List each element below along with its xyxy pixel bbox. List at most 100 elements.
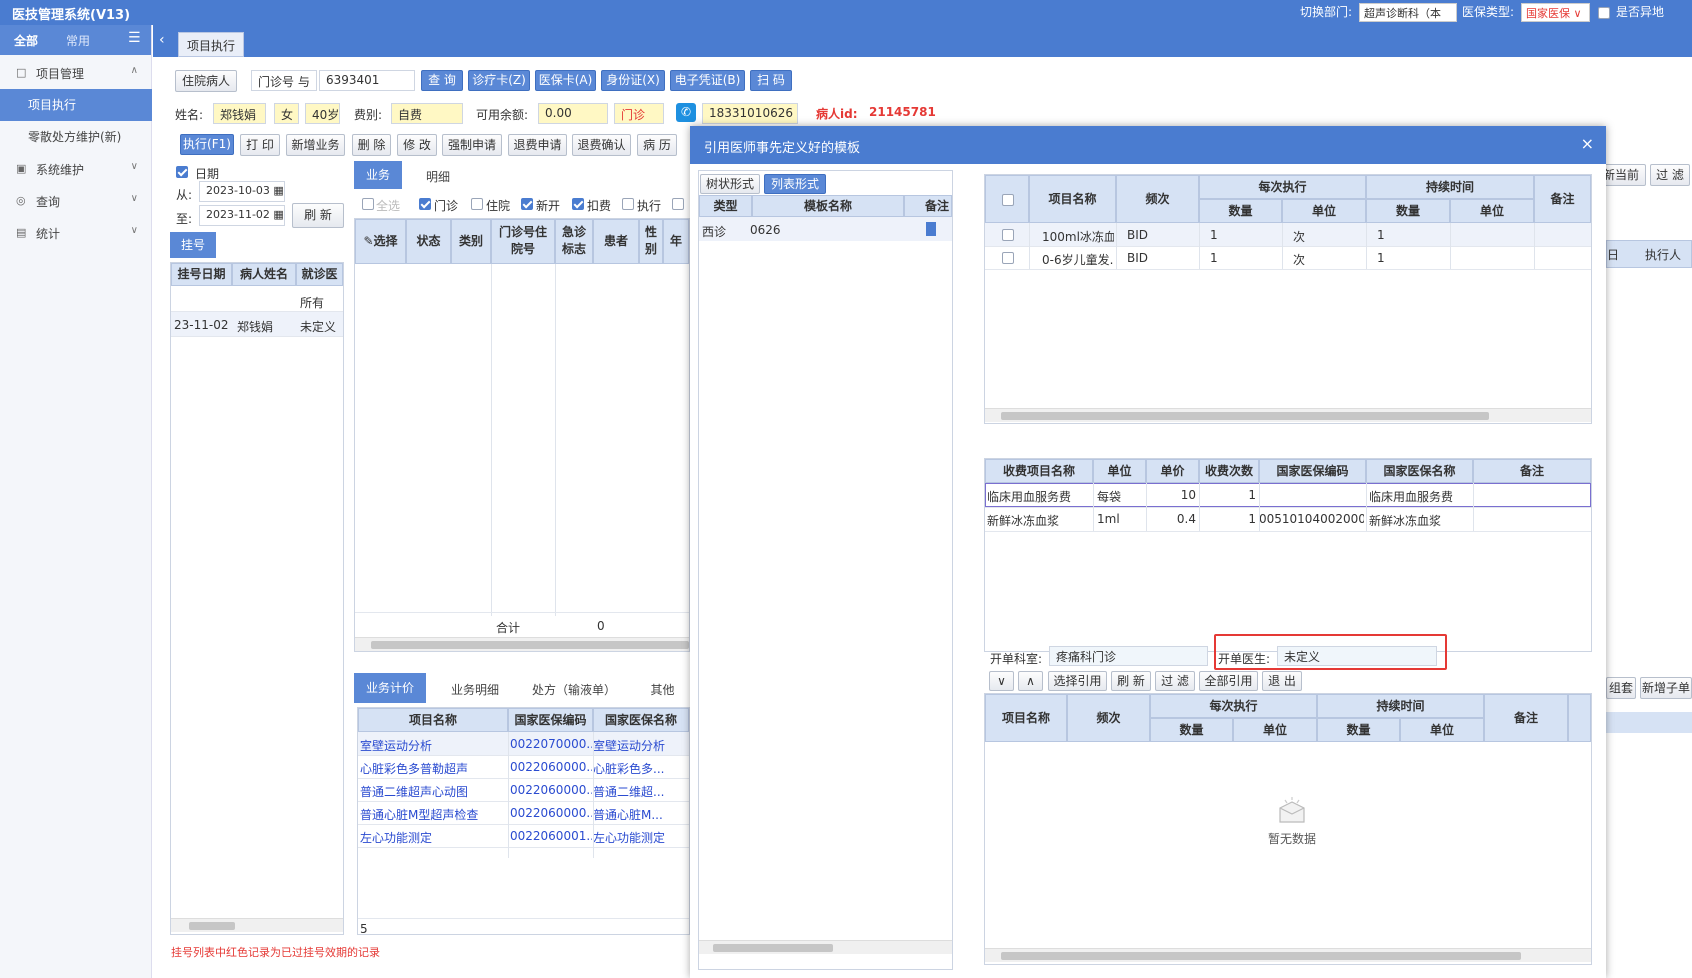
- nav-group-query[interactable]: ◎ 查询 ∨: [0, 185, 152, 217]
- inpatient-checkbox[interactable]: [471, 198, 483, 210]
- print-button[interactable]: 打 印: [240, 134, 280, 156]
- select-apply-button[interactable]: 选择引用: [1048, 671, 1107, 691]
- charge-cell[interactable]: 0022060000...: [510, 783, 592, 797]
- charge-cell[interactable]: 0022060001...: [510, 829, 592, 843]
- item-checkbox[interactable]: [1002, 252, 1014, 264]
- scan-button[interactable]: 扫 码: [750, 70, 792, 91]
- tab-detail[interactable]: 明细: [418, 168, 458, 185]
- charge-cell[interactable]: 室壁运动分析: [360, 737, 504, 754]
- tab-charge[interactable]: 业务计价: [354, 673, 426, 703]
- reg-filter-all[interactable]: 所有: [300, 294, 324, 311]
- tab-other[interactable]: 其他: [645, 681, 680, 698]
- item-checkbox[interactable]: [1002, 229, 1014, 241]
- execute-label: 执行: [637, 199, 662, 213]
- refresh-button[interactable]: 刷 新: [292, 203, 344, 228]
- charge-cell[interactable]: 普通心脏M型超声检查: [360, 806, 504, 823]
- charge-cell[interactable]: 室壁运动分析: [593, 737, 675, 754]
- col-divider: [1450, 223, 1451, 269]
- modal-filter-button[interactable]: 过 滤: [1155, 671, 1195, 691]
- refund-apply-button[interactable]: 退费申请: [508, 134, 567, 156]
- tab-charge-detail[interactable]: 业务明细: [440, 681, 510, 698]
- col-divider: [1366, 223, 1367, 269]
- refund-confirm-button[interactable]: 退费确认: [572, 134, 631, 156]
- charge-cell[interactable]: 0022070000...: [510, 737, 592, 751]
- charge-cell[interactable]: 心脏彩色多...: [593, 760, 675, 777]
- execute-checkbox[interactable]: [622, 198, 634, 210]
- chevron-left-icon[interactable]: ‹: [159, 32, 165, 48]
- query-button[interactable]: 查 询: [421, 70, 463, 91]
- biz-col-select[interactable]: ✎选择: [355, 219, 406, 264]
- charge-cell[interactable]: 普通二维超...: [593, 783, 675, 800]
- tab-project-execute[interactable]: 项目执行: [178, 32, 245, 57]
- modal-refresh-button[interactable]: 刷 新: [1111, 671, 1151, 691]
- nav-tab-common[interactable]: 常用: [66, 32, 90, 49]
- charge-cell[interactable]: 普通心脏M...: [593, 806, 675, 823]
- reg-scrollbar[interactable]: [171, 918, 343, 932]
- exit-button[interactable]: 退 出: [1262, 671, 1302, 691]
- menu-icon[interactable]: ☰: [128, 30, 141, 46]
- items-col-check[interactable]: [985, 175, 1029, 223]
- new-checkbox[interactable]: [521, 198, 533, 210]
- nav-group-system[interactable]: ▣ 系统维护 ∨: [0, 153, 152, 185]
- charge-cell[interactable]: 心脏彩色多普勒超声: [360, 760, 504, 777]
- charge-cell[interactable]: 0022060000...: [510, 806, 592, 820]
- nav-group-stats[interactable]: ▤ 统计 ∨: [0, 217, 152, 249]
- force-apply-button[interactable]: 强制申请: [442, 134, 502, 156]
- outpatient-checkbox[interactable]: [419, 198, 431, 210]
- nav-tab-all[interactable]: 全部: [14, 32, 38, 49]
- add-business-button[interactable]: 新增业务: [286, 134, 345, 156]
- dept-select[interactable]: 超声诊断科（本: [1359, 3, 1457, 22]
- sel-col-name: 项目名称: [985, 694, 1067, 742]
- charge-col-name: 项目名称: [358, 708, 508, 732]
- e-voucher-button[interactable]: 电子凭证(B): [670, 70, 745, 91]
- medical-record-button[interactable]: 病 历: [637, 134, 677, 156]
- add-sub-order-button[interactable]: 新增子单: [1640, 677, 1692, 699]
- execute-button[interactable]: 执行(F1): [180, 134, 234, 155]
- tab-prescription[interactable]: 处方（输液单）: [524, 681, 624, 698]
- nav-item-prescription[interactable]: 零散处方维护(新): [0, 121, 152, 153]
- visit-number-input[interactable]: 6393401: [319, 70, 415, 91]
- move-down-button[interactable]: ∨: [989, 671, 1014, 691]
- delete-button[interactable]: 删 除: [352, 134, 391, 156]
- remote-checkbox[interactable]: [1598, 7, 1610, 19]
- selected-scrollbar[interactable]: [985, 948, 1591, 962]
- view-tree-button[interactable]: 树状形式: [700, 174, 760, 194]
- table-row[interactable]: [699, 217, 952, 241]
- charge-cell[interactable]: 普通二维超声心动图: [360, 783, 504, 800]
- dept-input[interactable]: 疼痛科门诊: [1049, 646, 1208, 666]
- insurance-card-button[interactable]: 医保卡(A): [535, 70, 596, 91]
- tab-registration[interactable]: 挂号: [170, 232, 216, 258]
- id-card-button[interactable]: 身份证(X): [601, 70, 665, 91]
- date-checkbox[interactable]: [176, 166, 188, 178]
- edit-button[interactable]: 修 改: [397, 134, 437, 156]
- close-icon[interactable]: ×: [1581, 134, 1594, 153]
- charge-cell[interactable]: 0022060000...: [510, 760, 592, 774]
- item-cell: 100ml冰冻血...: [1042, 230, 1114, 244]
- left-nav: 全部 常用 ☰ □ 项目管理 ∧ 项目执行 零散处方维护(新) ▣ 系统维护 ∨…: [0, 25, 152, 978]
- biz-scrollbar[interactable]: [355, 637, 689, 651]
- date-to-input[interactable]: 2023-11-02 ▦: [199, 205, 285, 226]
- filter-button[interactable]: 过 滤: [1650, 164, 1690, 186]
- charge-cell[interactable]: 左心功能测定: [593, 829, 675, 846]
- extra-checkbox[interactable]: [672, 198, 684, 210]
- insurance-select[interactable]: 国家医保 ∨: [1521, 3, 1590, 22]
- select-all-checkbox[interactable]: [362, 198, 374, 210]
- charge-cell[interactable]: 左心功能测定: [360, 829, 504, 846]
- date-from-input[interactable]: 2023-10-03 ▦: [199, 181, 285, 202]
- charge-checkbox[interactable]: [572, 198, 584, 210]
- apply-all-button[interactable]: 全部引用: [1199, 671, 1258, 691]
- search-mode-select[interactable]: 门诊号 与: [251, 70, 317, 91]
- tab-business[interactable]: 业务: [354, 161, 402, 189]
- doctor-input[interactable]: 未定义: [1277, 646, 1437, 666]
- card-button[interactable]: 诊疗卡(Z): [468, 70, 530, 91]
- nav-item-execute[interactable]: 项目执行: [0, 89, 152, 121]
- nav-group-project[interactable]: □ 项目管理 ∧: [0, 57, 152, 89]
- move-up-button[interactable]: ∧: [1018, 671, 1043, 691]
- view-list-button[interactable]: 列表形式: [764, 174, 826, 194]
- group-button[interactable]: 组套: [1606, 677, 1636, 699]
- inpatient-button[interactable]: 住院病人: [175, 70, 237, 92]
- items-scrollbar[interactable]: [985, 408, 1591, 422]
- col-divider: [1093, 483, 1094, 531]
- items-select-all-checkbox[interactable]: [1002, 194, 1014, 206]
- tpl-scrollbar[interactable]: [699, 940, 952, 954]
